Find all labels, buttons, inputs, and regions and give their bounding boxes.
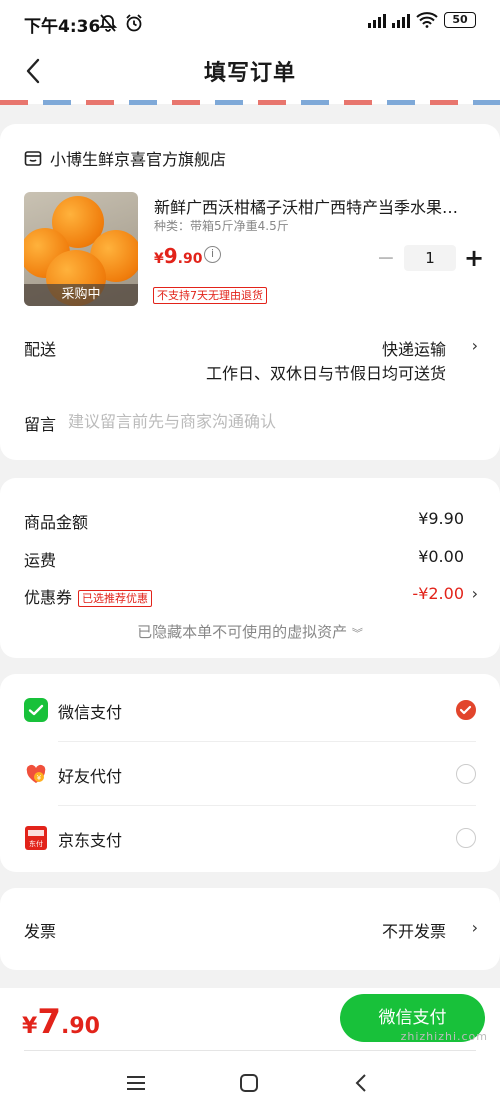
radio-unselected-icon[interactable]	[456, 828, 476, 848]
return-policy-badge: 不支持7天无理由退货	[153, 287, 267, 304]
watermark: zhizhizhi.com	[400, 1030, 488, 1043]
status-icons	[98, 13, 144, 33]
increase-quantity-button[interactable]: +	[460, 244, 488, 272]
payment-option-friend[interactable]: ¥ 好友代付	[24, 742, 476, 806]
jd-icon-text: 东付	[29, 839, 43, 848]
coupon-label: 优惠券	[24, 588, 73, 607]
freight-label: 运费	[24, 551, 57, 570]
friend-pay-heart-icon: ¥	[26, 764, 46, 783]
total-decimal: .90	[60, 1014, 100, 1039]
product-image[interactable]: 采购中	[24, 192, 138, 306]
total-price: ¥7.90	[22, 1002, 100, 1042]
battery-icon: 50	[444, 12, 476, 28]
price-integer: 9	[163, 244, 178, 268]
quantity-stepper: − 1 +	[372, 244, 488, 272]
product-spec: 种类：带箱5斤净重4.5斤	[154, 219, 289, 233]
signal-hd-icon	[392, 12, 410, 28]
hidden-assets-toggle[interactable]: 已隐藏本单不可使用的虚拟资产 ︾	[0, 621, 500, 642]
back-icon[interactable]	[350, 1072, 374, 1094]
invoice-label: 发票	[24, 922, 57, 941]
coupon-value: -¥2.00	[412, 584, 464, 603]
header-area: 下午4:36 50 填写订单	[0, 0, 500, 105]
payment-option-wechat[interactable]: 微信支付	[24, 678, 476, 742]
product-name[interactable]: 新鲜广西沃柑橘子沃柑广西特产当季水果…	[154, 194, 474, 218]
divider	[24, 1050, 476, 1051]
payment-label: 微信支付	[58, 703, 123, 722]
payment-label: 好友代付	[58, 767, 123, 786]
menu-icon[interactable]	[124, 1072, 148, 1094]
shipping-label: 配送	[24, 340, 57, 359]
total-symbol: ¥	[22, 1014, 38, 1039]
shipping-method[interactable]: 快递运输	[382, 336, 446, 360]
freight-value: ¥0.00	[418, 547, 464, 566]
chevron-right-icon[interactable]: ›	[472, 584, 478, 603]
goods-amount-row: 商品金额 ¥9.90	[24, 509, 476, 533]
payment-option-jd[interactable]: 东付 京东支付	[24, 806, 476, 870]
invoice-card[interactable]: 发票 不开发票 ›	[0, 888, 500, 970]
store-row[interactable]: 小博生鲜京喜官方旗舰店	[24, 146, 226, 170]
goods-amount-label: 商品金额	[24, 513, 89, 532]
invoice-value: 不开发票	[381, 922, 446, 941]
order-card: 小博生鲜京喜官方旗舰店 采购中 新鲜广西沃柑橘子沃柑广西特产当季水果… 种类：带…	[0, 124, 500, 460]
payment-card: 微信支付 ¥ 好友代付 东付 京东支付	[0, 674, 500, 872]
price-decimal: .90	[177, 251, 203, 267]
store-name: 小博生鲜京喜官方旗舰店	[50, 150, 227, 169]
wifi-icon	[416, 12, 438, 28]
freight-row: 运费 ¥0.00	[24, 547, 476, 571]
decrease-quantity-button[interactable]: −	[372, 246, 400, 271]
info-icon[interactable]: i	[204, 246, 221, 263]
payment-label: 京东支付	[58, 831, 123, 850]
wechat-pay-icon	[24, 698, 48, 722]
status-bar: 下午4:36 50	[0, 0, 500, 46]
coupon-row[interactable]: 优惠券 已选推荐优惠 -¥2.00	[24, 584, 476, 608]
checkout-bar: ¥7.90 微信支付	[0, 988, 500, 1111]
radio-selected-icon[interactable]	[456, 700, 476, 720]
alarm-clock-icon	[126, 14, 142, 32]
radio-unselected-icon[interactable]	[456, 764, 476, 784]
home-icon[interactable]	[237, 1072, 261, 1094]
chevron-right-icon[interactable]: ›	[472, 918, 478, 937]
hidden-assets-text: 已隐藏本单不可使用的虚拟资产	[137, 623, 348, 641]
system-nav-bar	[0, 1058, 500, 1108]
jd-pay-icon: 东付	[25, 826, 47, 850]
status-right: 50	[368, 12, 476, 28]
page-title: 填写订单	[203, 61, 296, 86]
message-label: 留言	[24, 415, 57, 434]
coupon-tag: 已选推荐优惠	[78, 590, 153, 607]
product-price: ¥9.90	[154, 244, 202, 268]
price-symbol: ¥	[154, 251, 164, 267]
store-icon	[24, 151, 42, 166]
svg-text:¥: ¥	[37, 774, 42, 782]
total-integer: 7	[37, 1002, 61, 1042]
status-time: 下午4:36	[24, 17, 101, 37]
nav-bar: 填写订单	[0, 46, 500, 96]
shipping-note: 工作日、双休日与节假日均可送货	[205, 364, 446, 383]
signal-icon	[368, 12, 386, 28]
goods-amount-value: ¥9.90	[418, 509, 464, 528]
quantity-value[interactable]: 1	[404, 245, 456, 271]
chevron-right-icon[interactable]: ›	[472, 336, 478, 355]
mute-bell-icon	[98, 14, 118, 32]
buying-status-tag: 采购中	[24, 284, 138, 306]
airmail-stripe-divider	[0, 100, 500, 105]
message-input[interactable]	[68, 408, 448, 434]
chevron-down-icon: ︾	[351, 627, 363, 640]
